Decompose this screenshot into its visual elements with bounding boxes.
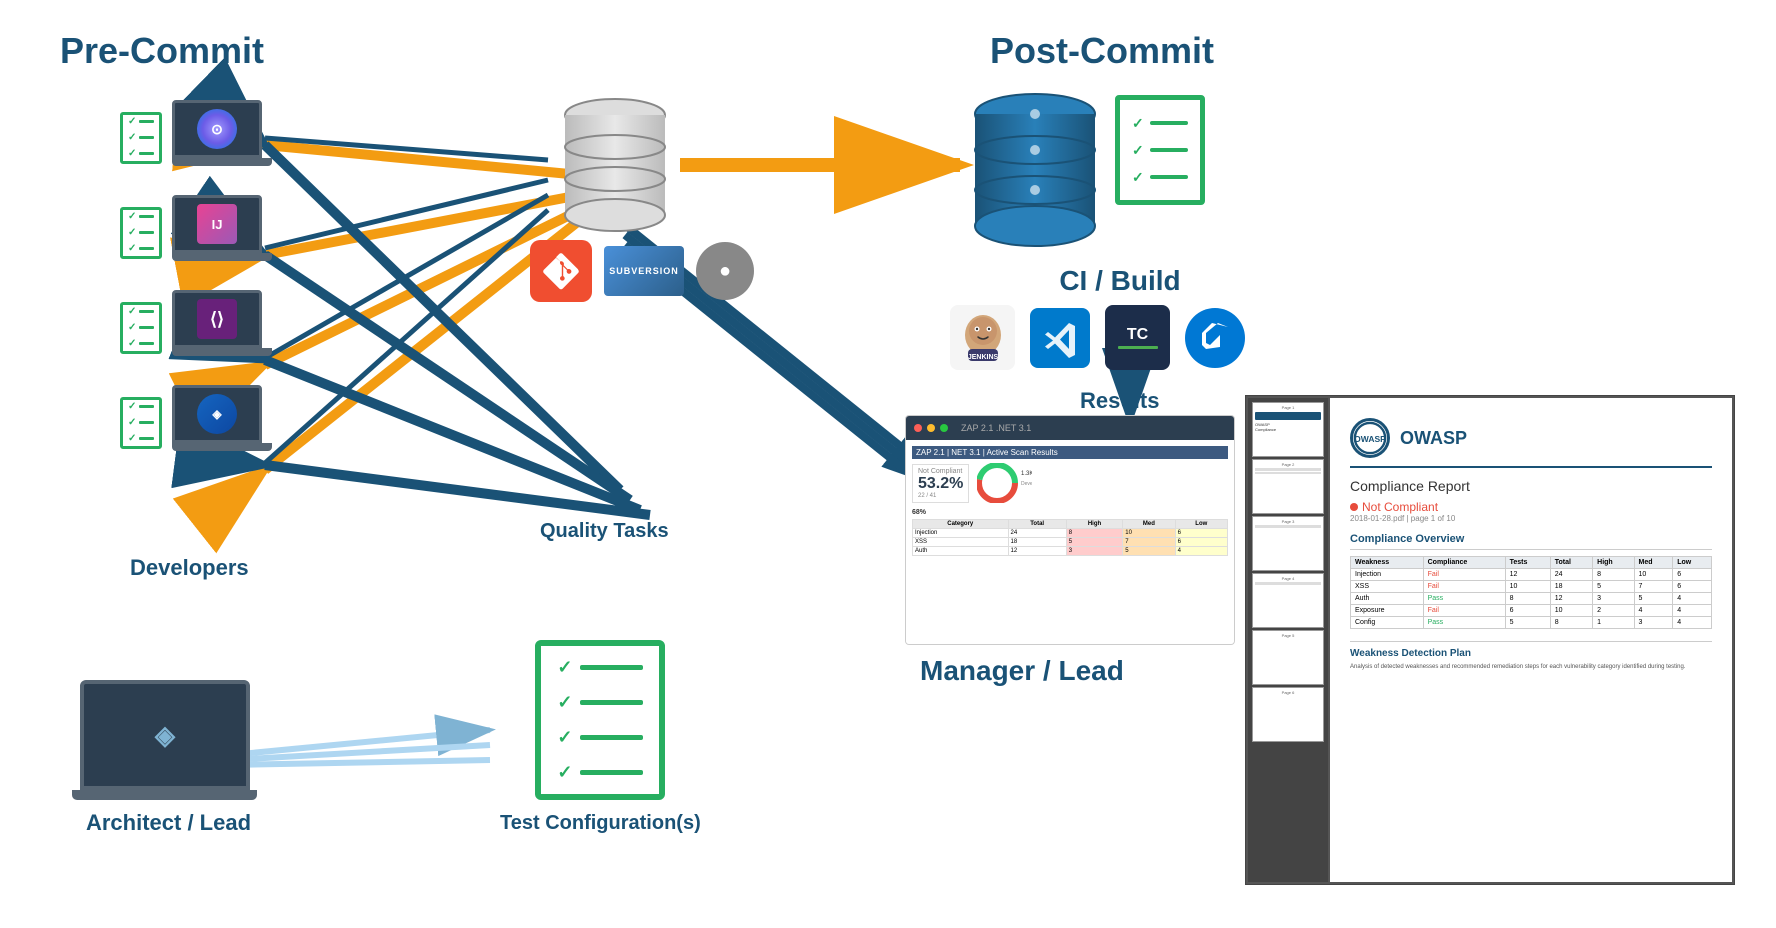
report-title: OWASP (1400, 428, 1467, 449)
ci-build-label: CI / Build (980, 265, 1260, 297)
jenkins-icon: JENKINS (950, 305, 1015, 370)
ci-tools-row: JENKINS TC (950, 305, 1245, 370)
architect-lead-label: Architect / Lead (80, 810, 257, 836)
git-icon (530, 240, 592, 302)
checklist-icon-1: ✓ ✓ ✓ (120, 112, 162, 164)
not-compliant-badge: Not Compliant (1350, 500, 1712, 514)
laptop-3: ⟨⟩ (172, 290, 272, 365)
report-thumbnail-sidebar: Page 1 OWASPCompliance Page 2 Page 3 Pag… (1248, 398, 1328, 882)
azure-devops-icon (1185, 308, 1245, 368)
vscode-icon (1030, 308, 1090, 368)
developer-item-1: ✓ ✓ ✓ ⊙ (120, 100, 272, 175)
report-subtitle: Compliance Report (1350, 478, 1712, 494)
laptop-1: ⊙ (172, 100, 272, 175)
vcs-icons: SUBVERSION ● (530, 240, 754, 302)
teamcity-icon: TC (1105, 305, 1170, 370)
report-main-content: OWASP OWASP Compliance Report Not Compli… (1330, 398, 1732, 882)
developers-column: ✓ ✓ ✓ ⊙ ✓ ✓ ✓ IJ ✓ ✓ (120, 100, 272, 460)
developers-label: Developers (130, 555, 249, 581)
quality-tasks-label: Quality Tasks (540, 520, 669, 543)
svg-text:JENKINS: JENKINS (967, 354, 998, 361)
laptop-2: IJ (172, 195, 272, 270)
developer-item-3: ✓ ✓ ✓ ⟨⟩ (120, 290, 272, 365)
compliance-table: WeaknessComplianceTestsTotalHighMedLow I… (1350, 556, 1712, 629)
report-page-info: 2018-01-28.pdf | page 1 of 10 (1350, 514, 1712, 523)
checklist-icon-4: ✓ ✓ ✓ (120, 397, 162, 449)
architect-section: ◈ Architect / Lead (80, 680, 257, 836)
central-database (560, 95, 670, 235)
svg-text:Develop: Develop (1021, 481, 1032, 487)
checklist-icon-2: ✓ ✓ ✓ (120, 207, 162, 259)
perforce-icon: ● (696, 242, 754, 300)
test-config-label: Test Configuration(s) (500, 812, 701, 835)
post-commit-database (970, 90, 1100, 255)
post-commit-title: Post-Commit (990, 30, 1214, 72)
developer-item-4: ✓ ✓ ✓ ◈ (120, 385, 272, 460)
owasp-logo: OWASP (1350, 418, 1390, 458)
svg-text:1.3K: 1.3K (1021, 471, 1032, 477)
svn-icon: SUBVERSION (604, 246, 684, 296)
weakness-section-header: Weakness Detection Plan (1350, 641, 1712, 659)
laptop-4: ◈ (172, 385, 272, 460)
dashboard-screenshot: ZAP 2.1 .NET 3.1 ZAP 2.1 | NET 3.1 | Act… (905, 415, 1235, 645)
checklist-icon-3: ✓ ✓ ✓ (120, 302, 162, 354)
test-config-checklist: ✓ ✓ ✓ ✓ (535, 640, 665, 800)
post-commit-checklist: ✓ ✓ ✓ (1115, 95, 1205, 205)
pre-commit-title: Pre-Commit (60, 30, 264, 72)
developer-item-2: ✓ ✓ ✓ IJ (120, 195, 272, 270)
manager-lead-label: Manager / Lead (920, 655, 1124, 687)
compliance-overview-header: Compliance Overview (1350, 533, 1712, 550)
svg-text:OWASP: OWASP (1354, 434, 1386, 444)
owasp-report-document: Page 1 OWASPCompliance Page 2 Page 3 Pag… (1245, 395, 1735, 885)
results-label: Results (1080, 388, 1159, 414)
test-config-section: ✓ ✓ ✓ ✓ Test Configuration(s) (500, 640, 701, 835)
